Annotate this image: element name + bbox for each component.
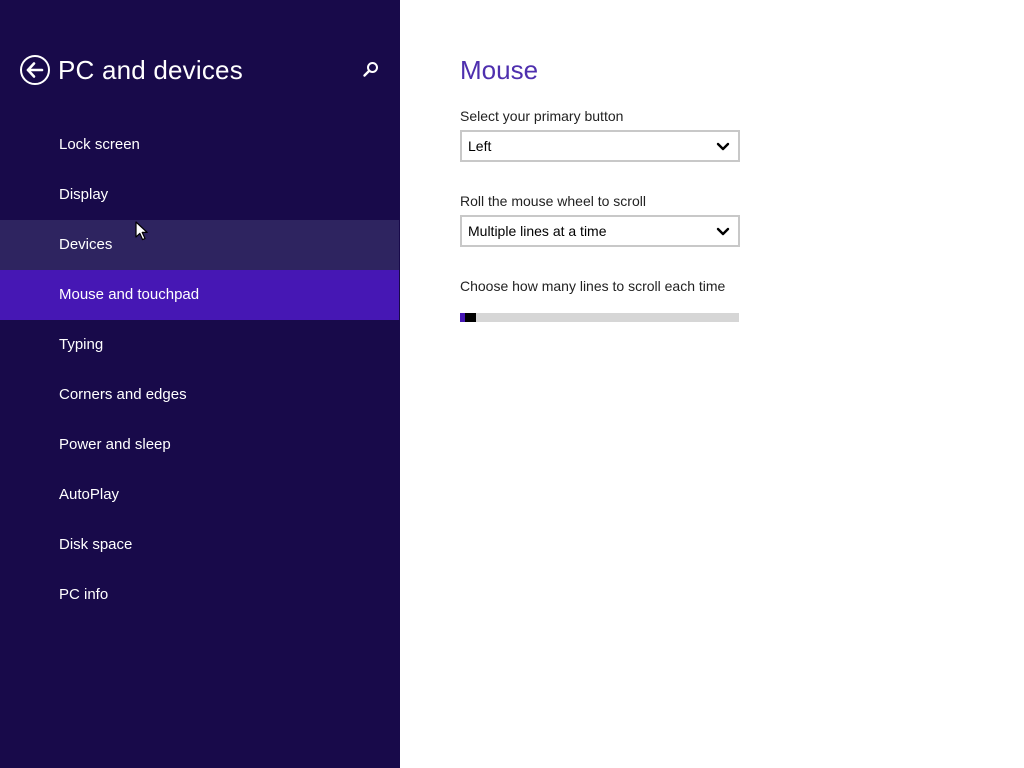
nav-item-devices[interactable]: Devices — [0, 220, 399, 270]
primary-button-value: Left — [468, 138, 492, 154]
nav-item-mouse-and-touchpad[interactable]: Mouse and touchpad — [0, 270, 399, 320]
nav-item-label: Mouse and touchpad — [59, 286, 200, 303]
nav-item-corners-and-edges[interactable]: Corners and edges — [0, 370, 399, 420]
search-icon[interactable] — [361, 60, 381, 80]
nav-pane: PC and devices Lock screen Display Devic… — [0, 0, 400, 768]
content-pane: Mouse Select your primary button Left Ro… — [400, 0, 1024, 768]
lines-to-scroll-label: Choose how many lines to scroll each tim… — [460, 278, 726, 294]
nav-item-label: Power and sleep — [59, 436, 171, 453]
nav-item-lock-screen[interactable]: Lock screen — [0, 120, 399, 170]
pc-settings-window: PC and devices Lock screen Display Devic… — [0, 0, 1024, 768]
nav-item-label: Disk space — [59, 536, 133, 553]
nav-item-typing[interactable]: Typing — [0, 320, 399, 370]
lines-to-scroll-slider[interactable] — [460, 313, 739, 322]
page-title: PC and devices — [58, 55, 243, 85]
nav-item-label: Lock screen — [59, 136, 140, 153]
nav-item-label: Devices — [59, 236, 113, 253]
primary-button-label: Select your primary button — [460, 108, 624, 124]
nav-item-label: Display — [59, 186, 109, 203]
slider-thumb[interactable] — [465, 313, 476, 322]
nav-item-label: PC info — [59, 586, 109, 603]
wheel-scroll-value: Multiple lines at a time — [468, 223, 607, 239]
nav-item-label: Typing — [59, 336, 104, 353]
chevron-down-icon — [716, 140, 730, 152]
primary-button-dropdown[interactable]: Left — [460, 130, 740, 162]
wheel-scroll-dropdown[interactable]: Multiple lines at a time — [460, 215, 740, 247]
section-title: Mouse — [460, 55, 539, 85]
nav-item-pc-info[interactable]: PC info — [0, 570, 399, 620]
wheel-scroll-label: Roll the mouse wheel to scroll — [460, 193, 646, 209]
nav-item-display[interactable]: Display — [0, 170, 399, 220]
nav-item-disk-space[interactable]: Disk space — [0, 520, 399, 570]
nav-list: Lock screen Display Devices Mouse and to… — [0, 120, 400, 620]
nav-header: PC and devices — [0, 50, 400, 92]
nav-item-autoplay[interactable]: AutoPlay — [0, 470, 399, 520]
nav-item-power-and-sleep[interactable]: Power and sleep — [0, 420, 399, 470]
chevron-down-icon — [716, 225, 730, 237]
nav-item-label: AutoPlay — [59, 486, 120, 503]
nav-item-label: Corners and edges — [59, 386, 187, 403]
back-arrow-icon[interactable] — [19, 54, 51, 86]
